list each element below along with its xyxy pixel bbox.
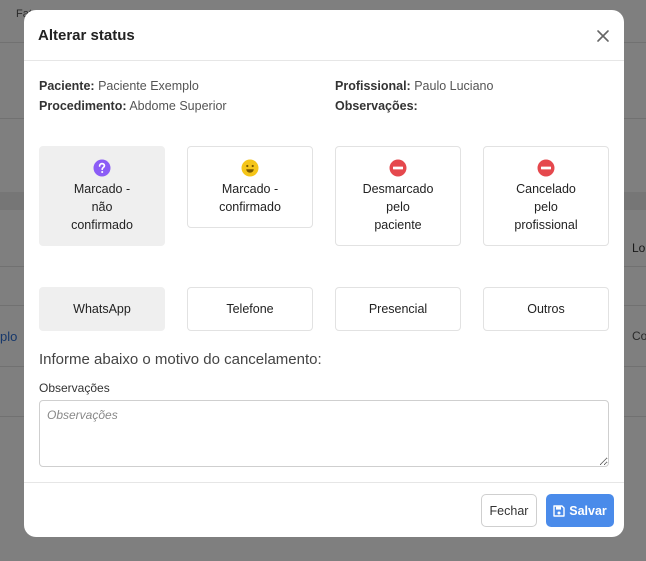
- floppy-disk-icon: [553, 504, 565, 517]
- channel-option-telefone[interactable]: Telefone: [187, 287, 313, 331]
- procedure-value: Abdome Superior: [129, 99, 227, 113]
- patient-info: Paciente: Paciente Exemplo: [39, 79, 199, 93]
- question-icon: [93, 159, 111, 177]
- patient-label: Paciente:: [39, 79, 95, 93]
- channel-option-outros[interactable]: Outros: [483, 287, 609, 331]
- status-label-line: pelo: [386, 200, 410, 214]
- smile-icon: [241, 159, 259, 177]
- status-label-line: confirmado: [71, 218, 133, 232]
- professional-info: Profissional: Paulo Luciano: [335, 79, 493, 93]
- status-label-line: confirmado: [219, 200, 281, 214]
- modal-header: Alterar status: [24, 10, 624, 61]
- modal-footer: Fechar Salvar: [24, 482, 624, 537]
- observations-label: Observações: [39, 381, 110, 395]
- modal-title: Alterar status: [38, 27, 135, 44]
- notes-label: Observações:: [335, 99, 418, 113]
- status-option-cancelado-pelo-profissional[interactable]: Cancelado pelo profissional: [483, 146, 609, 246]
- no-entry-icon: [389, 159, 407, 177]
- procedure-info: Procedimento: Abdome Superior: [39, 99, 227, 113]
- observations-textarea[interactable]: [39, 400, 609, 467]
- status-label-line: Marcado -: [73, 182, 131, 196]
- save-button-label: Salvar: [569, 503, 607, 518]
- close-icon[interactable]: [596, 29, 610, 43]
- status-option-marcado-nao-confirmado[interactable]: Marcado - não confirmado: [39, 146, 165, 246]
- change-status-modal: Alterar status Paciente: Paciente Exempl…: [24, 10, 624, 537]
- status-label-line: profissional: [514, 218, 578, 232]
- cancellation-reason-title: Informe abaixo o motivo do cancelamento:: [39, 351, 322, 368]
- patient-value: Paciente Exemplo: [98, 79, 199, 93]
- status-label-line: não: [91, 200, 113, 214]
- status-label-line: Marcado -: [221, 182, 279, 196]
- status-label-line: pelo: [534, 200, 558, 214]
- channel-option-whatsapp[interactable]: WhatsApp: [39, 287, 165, 331]
- status-option-marcado-confirmado[interactable]: Marcado - confirmado: [187, 146, 313, 228]
- notes-info: Observações:: [335, 99, 418, 113]
- status-option-desmarcado-pelo-paciente[interactable]: Desmarcado pelo paciente: [335, 146, 461, 246]
- professional-value: Paulo Luciano: [414, 79, 494, 93]
- status-label-line: paciente: [374, 218, 422, 232]
- channel-option-presencial[interactable]: Presencial: [335, 287, 461, 331]
- professional-label: Profissional:: [335, 79, 411, 93]
- status-label-line: Desmarcado: [362, 182, 434, 196]
- no-entry-icon: [537, 159, 555, 177]
- procedure-label: Procedimento:: [39, 99, 127, 113]
- status-label-line: Cancelado: [516, 182, 576, 196]
- save-button[interactable]: Salvar: [546, 494, 614, 527]
- close-button[interactable]: Fechar: [481, 494, 537, 527]
